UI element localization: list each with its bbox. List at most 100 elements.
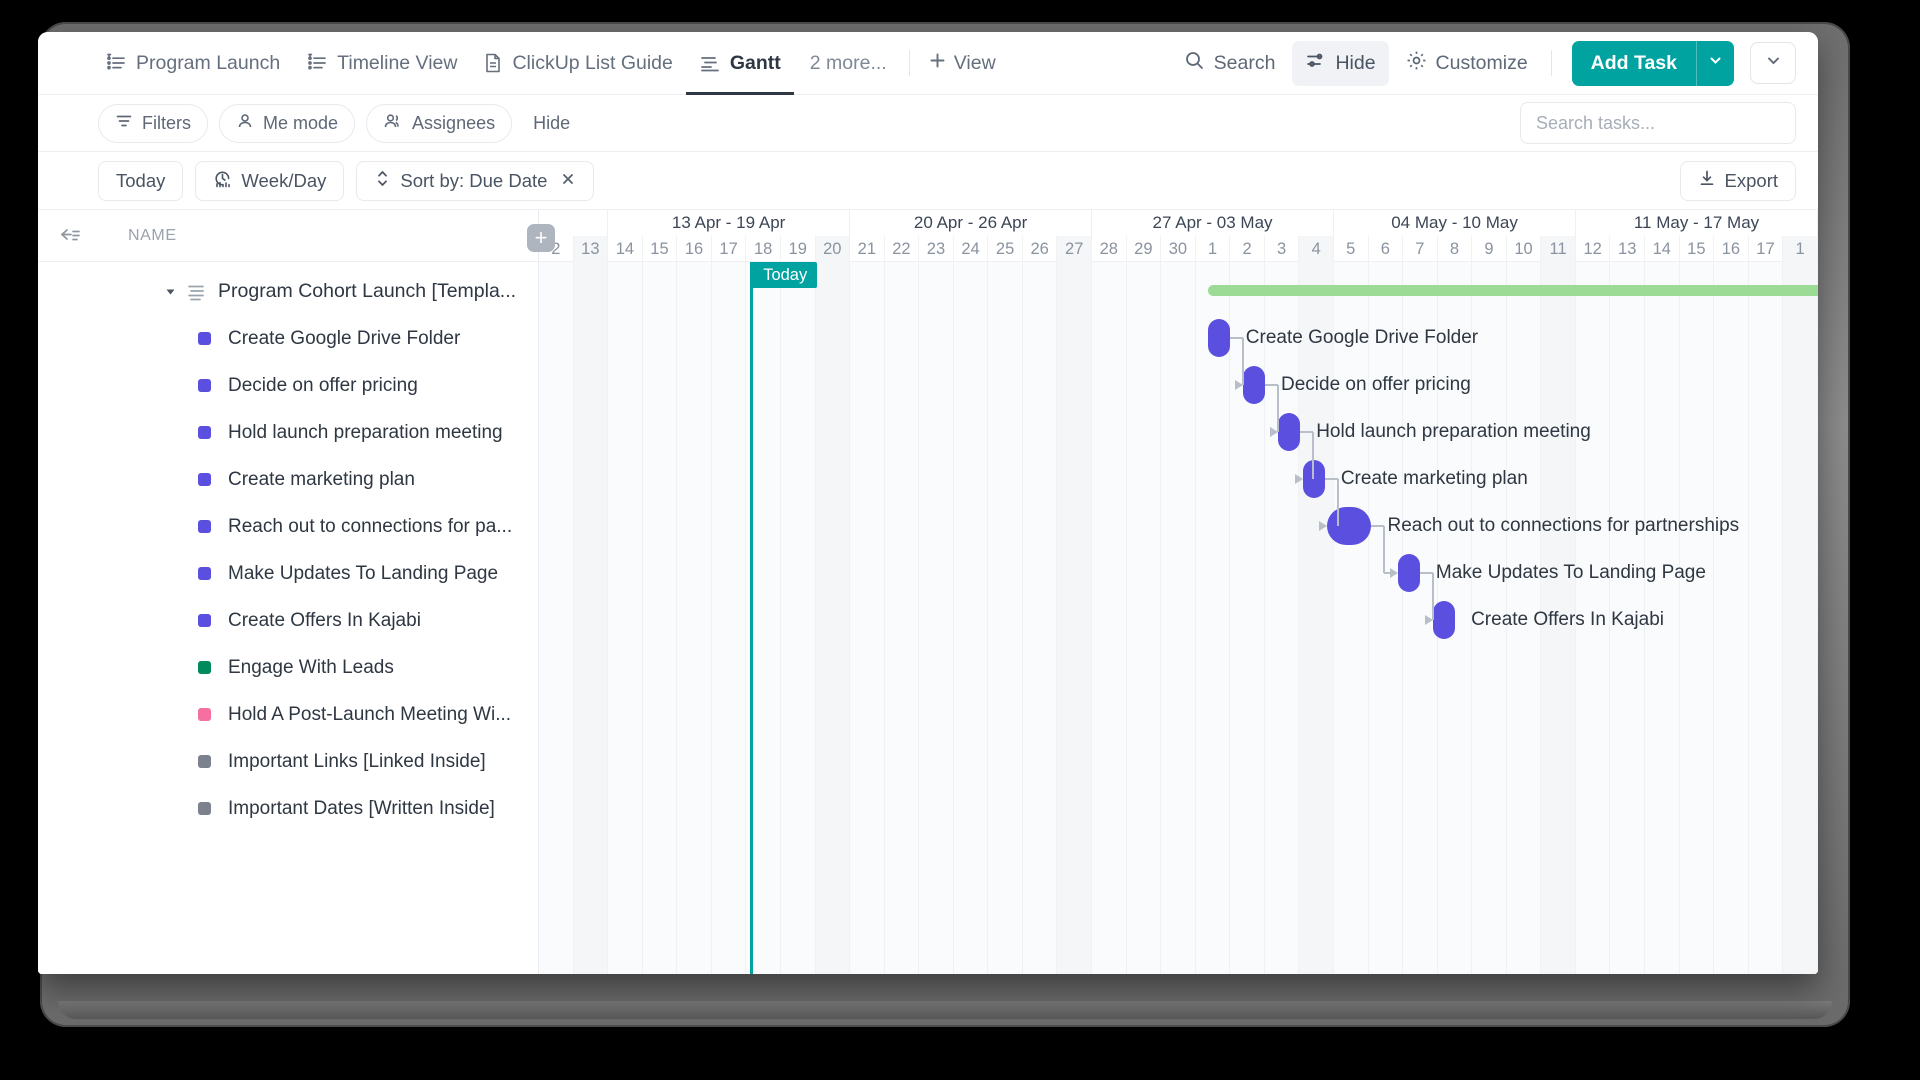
view-tab-label: ClickUp List Guide: [512, 51, 673, 74]
task-color-dot: [198, 755, 211, 768]
task-row[interactable]: Hold A Post-Launch Meeting Wi...: [38, 691, 538, 738]
dependency-arrow-icon: [1294, 474, 1303, 484]
task-row[interactable]: Important Dates [Written Inside]: [38, 785, 538, 832]
filters-button[interactable]: Filters: [98, 103, 208, 143]
timeline-day-label: 26: [1023, 236, 1058, 262]
dependency-line: [1383, 526, 1386, 573]
add-view-button[interactable]: View: [916, 51, 1008, 76]
timeline-day-label: 27: [1057, 236, 1092, 262]
task-row[interactable]: Create Offers In Kajabi: [38, 597, 538, 644]
sort-button[interactable]: Sort by: Due Date: [356, 160, 595, 201]
add-column-button[interactable]: +: [527, 224, 555, 252]
gear-icon: [1406, 50, 1427, 77]
timeline-day-label: 23: [919, 236, 954, 262]
task-color-dot: [198, 332, 211, 345]
timeline-day-label: 18: [746, 236, 781, 262]
gantt-bar[interactable]: [1397, 554, 1420, 592]
gantt-bar-label: Create marketing plan: [1340, 468, 1528, 489]
group-summary-bar[interactable]: [1207, 285, 1818, 296]
dependency-line: [1312, 432, 1315, 479]
timeline-day-label: 15: [1680, 236, 1715, 262]
gantt-bar-label: Reach out to connections for partnership…: [1387, 515, 1740, 536]
hide-fields-button[interactable]: Hide: [523, 113, 580, 134]
task-row-label: Create marketing plan: [228, 468, 415, 490]
chevron-down-icon[interactable]: [164, 285, 177, 298]
today-marker-label: Today: [763, 265, 808, 284]
app-window: Program Launch Timeline View ClickUp Lis…: [38, 32, 1818, 974]
task-color-dot: [198, 661, 211, 674]
task-row-label: Make Updates To Landing Page: [228, 562, 499, 584]
clock-chart-icon: [213, 169, 232, 193]
timeline-day-label: 13: [573, 236, 609, 262]
timeline-day-label: 17: [712, 236, 747, 262]
view-tab-clickup-list-guide[interactable]: ClickUp List Guide: [470, 32, 685, 95]
today-button[interactable]: Today: [98, 160, 184, 201]
zoom-level-button[interactable]: Week/Day: [195, 160, 345, 201]
assignees-button[interactable]: Assignees: [366, 103, 513, 143]
me-mode-button[interactable]: Me mode: [219, 103, 356, 143]
task-row[interactable]: Engage With Leads: [38, 644, 538, 691]
timeline-day-label: 3: [1265, 236, 1300, 262]
timeline-day-label: 13: [1610, 236, 1645, 262]
timeline-panel: 13 Apr - 19 Apr 20 Apr - 26 Apr 27 Apr - 0…: [539, 210, 1818, 974]
view-tab-bar: Program Launch Timeline View ClickUp Lis…: [38, 32, 1818, 95]
view-tab-program-launch[interactable]: Program Launch: [92, 32, 293, 95]
timeline-week-label: 27 Apr - 03 May: [1092, 210, 1335, 236]
task-row-label: Create Google Drive Folder: [228, 327, 461, 349]
task-row[interactable]: Hold launch preparation meeting: [38, 409, 538, 456]
timeline-day-label: 20: [815, 236, 851, 262]
task-group-label: Program Cohort Launch [Templa...: [218, 280, 517, 302]
gantt-bar-label: Hold launch preparation meeting: [1316, 421, 1591, 442]
task-list-header: NAME +: [38, 210, 555, 262]
add-view-label: View: [953, 51, 996, 74]
view-tab-gantt[interactable]: Gantt: [686, 32, 794, 95]
timeline-day-label: 21: [850, 236, 885, 262]
plus-icon: [928, 51, 947, 76]
task-row[interactable]: Create Google Drive Folder: [38, 315, 538, 362]
timeline-day-label: 15: [643, 236, 678, 262]
hide-button[interactable]: Hide: [1292, 40, 1389, 86]
search-tasks-input[interactable]: [1520, 102, 1796, 144]
search-button[interactable]: Search: [1171, 41, 1289, 86]
task-row[interactable]: Decide on offer pricing: [38, 362, 538, 409]
dependency-line: [1336, 479, 1339, 526]
timeline-day-label: 6: [1369, 236, 1404, 262]
gantt-bar[interactable]: [1243, 366, 1265, 404]
add-task-button[interactable]: Add Task: [1571, 40, 1696, 86]
gantt-bar[interactable]: [1433, 601, 1456, 639]
task-color-dot: [198, 473, 211, 486]
export-button[interactable]: Export: [1679, 160, 1796, 201]
gantt-bar[interactable]: [1327, 507, 1372, 545]
customize-button-label: Customize: [1435, 51, 1528, 74]
gantt-bar-label: Decide on offer pricing: [1281, 374, 1471, 395]
gantt-bar[interactable]: [1207, 319, 1230, 357]
customize-button[interactable]: Customize: [1393, 41, 1541, 86]
subtask-list-icon: [186, 282, 206, 302]
gantt-bar[interactable]: [1278, 413, 1301, 451]
timeline-day-label: 22: [885, 236, 920, 262]
view-tab-timeline-view[interactable]: Timeline View: [293, 32, 470, 95]
task-group-row[interactable]: Program Cohort Launch [Templa...: [38, 268, 538, 315]
task-row[interactable]: Reach out to connections for pa...: [38, 503, 538, 550]
task-color-dot: [198, 520, 211, 533]
filter-bar: Filters Me mode Assignees Hide: [38, 95, 1818, 152]
view-tab-label: Timeline View: [337, 51, 458, 74]
task-row-label: Decide on offer pricing: [228, 374, 418, 396]
task-row[interactable]: Make Updates To Landing Page: [38, 550, 538, 597]
timeline-day-label: 29: [1127, 236, 1162, 262]
task-list-panel: NAME + Program Cohort Launch [Templa... C…: [38, 210, 555, 974]
gantt-bars: Create Google Drive Folder Decide on offe…: [539, 262, 1818, 974]
timeline-day-label: 14: [608, 236, 643, 262]
overflow-caret-button[interactable]: [1750, 42, 1796, 84]
close-icon[interactable]: [560, 171, 576, 191]
collapse-left-icon[interactable]: [58, 226, 82, 246]
more-views-button[interactable]: 2 more...: [794, 52, 903, 75]
gantt-icon: [699, 52, 721, 74]
task-color-dot: [198, 802, 211, 815]
task-row[interactable]: Create marketing plan: [38, 456, 538, 503]
timeline-week-label: 20 Apr - 26 Apr: [850, 210, 1093, 236]
timeline-day-label: 30: [1161, 236, 1196, 262]
today-line: [750, 262, 754, 974]
task-row[interactable]: Important Links [Linked Inside]: [38, 738, 538, 785]
add-task-caret-button[interactable]: [1696, 40, 1734, 86]
